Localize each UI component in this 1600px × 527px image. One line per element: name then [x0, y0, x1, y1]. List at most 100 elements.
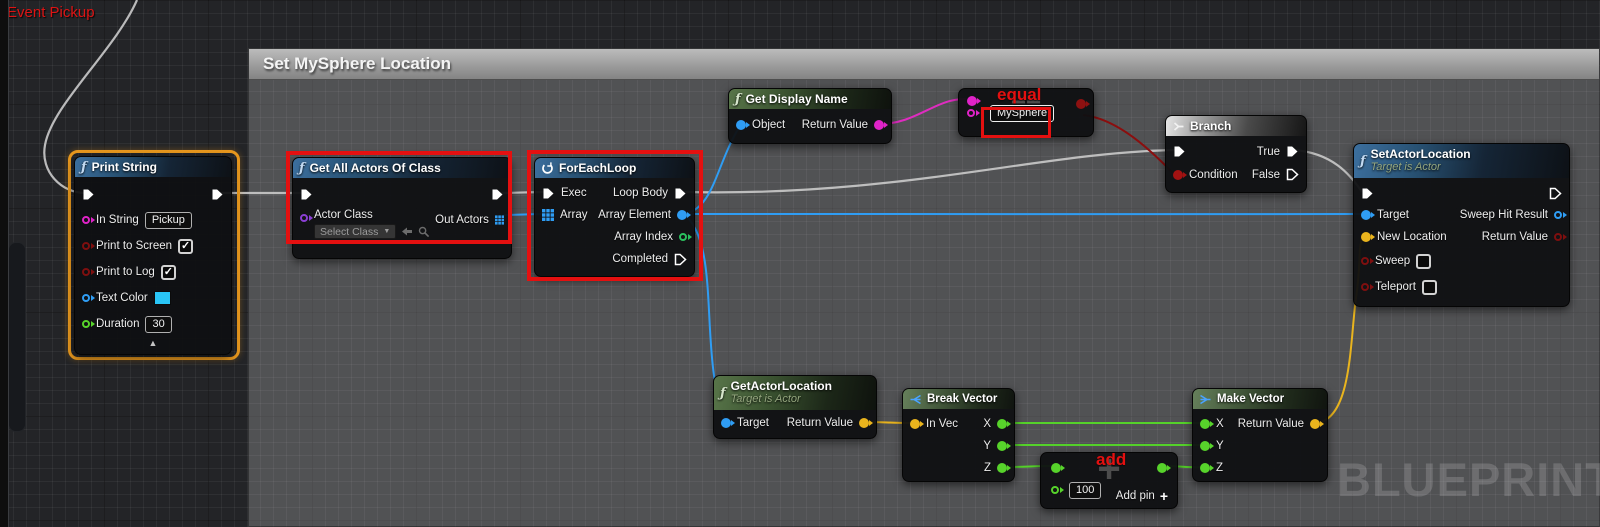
- node-equal-string[interactable]: == MySphere: [958, 88, 1094, 137]
- node-break-vector[interactable]: Break Vector In Vec X Y Z: [902, 388, 1015, 482]
- return-value-pin[interactable]: [859, 418, 873, 428]
- print-to-screen-label: Print to Screen: [96, 240, 173, 252]
- return-value-pin[interactable]: [874, 120, 888, 130]
- condition-pin[interactable]: [1173, 169, 1187, 180]
- teleport-checkbox[interactable]: [1421, 279, 1437, 295]
- out-actors-array-pin[interactable]: [494, 214, 504, 226]
- array-index-pin[interactable]: [679, 233, 692, 241]
- make-struct-icon: [1200, 394, 1211, 404]
- node-get-display-name[interactable]: ƒ Get Display Name Object Return Value: [728, 88, 892, 144]
- object-pin[interactable]: [736, 120, 750, 130]
- browse-magnifier-icon[interactable]: [418, 226, 430, 238]
- z-label: Z: [983, 462, 991, 474]
- exec-out-pin[interactable]: [491, 188, 504, 201]
- x-pin[interactable]: [1200, 419, 1214, 429]
- exec-in-pin[interactable]: [1173, 145, 1186, 158]
- equal-input-a-pin[interactable]: [967, 96, 981, 106]
- text-color-pin[interactable]: [82, 294, 95, 302]
- node-header: Make Vector: [1193, 389, 1327, 409]
- exec-in-pin[interactable]: [82, 188, 95, 201]
- node-print-string[interactable]: ƒ Print String In String Pickup Print to…: [74, 156, 232, 355]
- equal-b-value-field[interactable]: MySphere: [990, 105, 1055, 122]
- left-dock-strip: [0, 0, 9, 527]
- node-header: Break Vector: [903, 389, 1014, 409]
- node-foreach-loop[interactable]: ForEachLoop Exec Loop Body Array Array E…: [534, 157, 695, 277]
- node-title: Make Vector: [1217, 393, 1285, 405]
- exec-in-pin[interactable]: [300, 188, 313, 201]
- exec-out-pin[interactable]: [1549, 187, 1562, 200]
- node-header: ƒ Get All Actors Of Class: [293, 158, 511, 178]
- true-pin[interactable]: [1286, 145, 1299, 158]
- sweep-pin[interactable]: [1361, 257, 1374, 265]
- node-set-actor-location[interactable]: ƒ SetActorLocation Target is Actor Targe…: [1353, 143, 1570, 307]
- teleport-pin[interactable]: [1361, 283, 1374, 291]
- function-icon: ƒ: [81, 159, 87, 175]
- blueprint-watermark: BLUEPRINT: [1337, 453, 1600, 506]
- z-pin[interactable]: [997, 463, 1011, 473]
- return-value-pin[interactable]: [1554, 233, 1567, 241]
- node-subtitle: Target is Actor: [730, 393, 801, 405]
- duration-pin[interactable]: [82, 320, 95, 328]
- print-to-log-pin[interactable]: [82, 268, 95, 276]
- add-input-b-pin[interactable]: [1051, 486, 1064, 494]
- node-make-vector[interactable]: Make Vector X Return Value Y Z: [1192, 388, 1328, 482]
- event-pickup-label: Event Pickup: [7, 4, 95, 21]
- return-value-label: Return Value: [1481, 231, 1548, 243]
- new-location-pin[interactable]: [1361, 232, 1375, 242]
- y-pin[interactable]: [1200, 441, 1214, 451]
- use-selected-arrow-icon[interactable]: [401, 226, 413, 237]
- return-value-label: Return Value: [1237, 418, 1304, 430]
- x-pin[interactable]: [997, 419, 1011, 429]
- return-value-label: Return Value: [801, 119, 868, 131]
- text-color-swatch[interactable]: [153, 291, 171, 305]
- return-value-label: Return Value: [786, 417, 853, 429]
- x-label: X: [983, 418, 991, 430]
- loop-icon: [542, 161, 553, 174]
- in-string-field[interactable]: Pickup: [144, 211, 192, 229]
- target-pin[interactable]: [1361, 210, 1375, 220]
- add-b-value-field[interactable]: 100: [1069, 482, 1102, 499]
- node-get-all-actors-of-class[interactable]: ƒ Get All Actors Of Class Actor Class Se…: [292, 157, 512, 259]
- add-pin-button[interactable]: Add pin +: [1116, 488, 1168, 504]
- array-element-pin[interactable]: [677, 210, 691, 220]
- print-to-screen-pin[interactable]: [82, 242, 95, 250]
- node-header: ƒ SetActorLocation Target is Actor: [1354, 144, 1569, 178]
- out-actors-label: Out Actors: [435, 214, 489, 226]
- array-pin[interactable]: [542, 209, 554, 221]
- equal-input-b-pin[interactable]: [967, 109, 980, 117]
- collapse-arrow[interactable]: ▲: [75, 338, 231, 348]
- exec-in-pin[interactable]: [542, 187, 555, 200]
- print-to-log-checkbox[interactable]: ✓: [160, 264, 176, 280]
- object-label: Object: [752, 119, 786, 131]
- exec-out-pin[interactable]: [211, 188, 224, 201]
- array-index-label: Array Index: [614, 231, 673, 243]
- loop-body-pin[interactable]: [674, 187, 687, 200]
- in-string-pin[interactable]: [82, 216, 95, 224]
- in-vec-pin[interactable]: [910, 419, 924, 429]
- add-pin-plus-icon: +: [1159, 488, 1168, 504]
- exec-in-pin[interactable]: [1361, 187, 1374, 200]
- actor-class-pin[interactable]: [300, 214, 313, 222]
- node-get-actor-location[interactable]: ƒ GetActorLocation Target is Actor Targe…: [713, 375, 877, 439]
- sweep-label: Sweep: [1375, 255, 1411, 267]
- false-pin[interactable]: [1286, 168, 1299, 181]
- duration-field[interactable]: 30: [145, 315, 172, 333]
- target-pin[interactable]: [721, 418, 735, 428]
- sweep-hit-result-pin[interactable]: [1554, 211, 1567, 219]
- print-to-screen-checkbox[interactable]: ✓: [178, 238, 194, 254]
- comment-header[interactable]: Set MySphere Location: [249, 49, 1599, 80]
- blueprint-graph-canvas[interactable]: Set MySphere Location BLUEPRINT Event Pi…: [0, 0, 1600, 527]
- false-label: False: [1251, 168, 1280, 181]
- add-result-pin[interactable]: [1157, 463, 1171, 473]
- function-icon: ƒ: [735, 91, 741, 107]
- z-pin[interactable]: [1200, 463, 1214, 473]
- node-add-float[interactable]: + 100 Add pin +: [1040, 447, 1178, 509]
- add-input-a-pin[interactable]: [1051, 463, 1065, 473]
- equal-result-pin[interactable]: [1076, 99, 1090, 109]
- node-branch[interactable]: Branch True Condition False: [1165, 115, 1307, 193]
- select-class-dropdown[interactable]: Select Class ▼: [314, 224, 397, 239]
- return-value-pin[interactable]: [1310, 419, 1324, 429]
- sweep-checkbox[interactable]: [1416, 253, 1432, 269]
- y-pin[interactable]: [997, 441, 1011, 451]
- completed-pin[interactable]: [674, 253, 687, 266]
